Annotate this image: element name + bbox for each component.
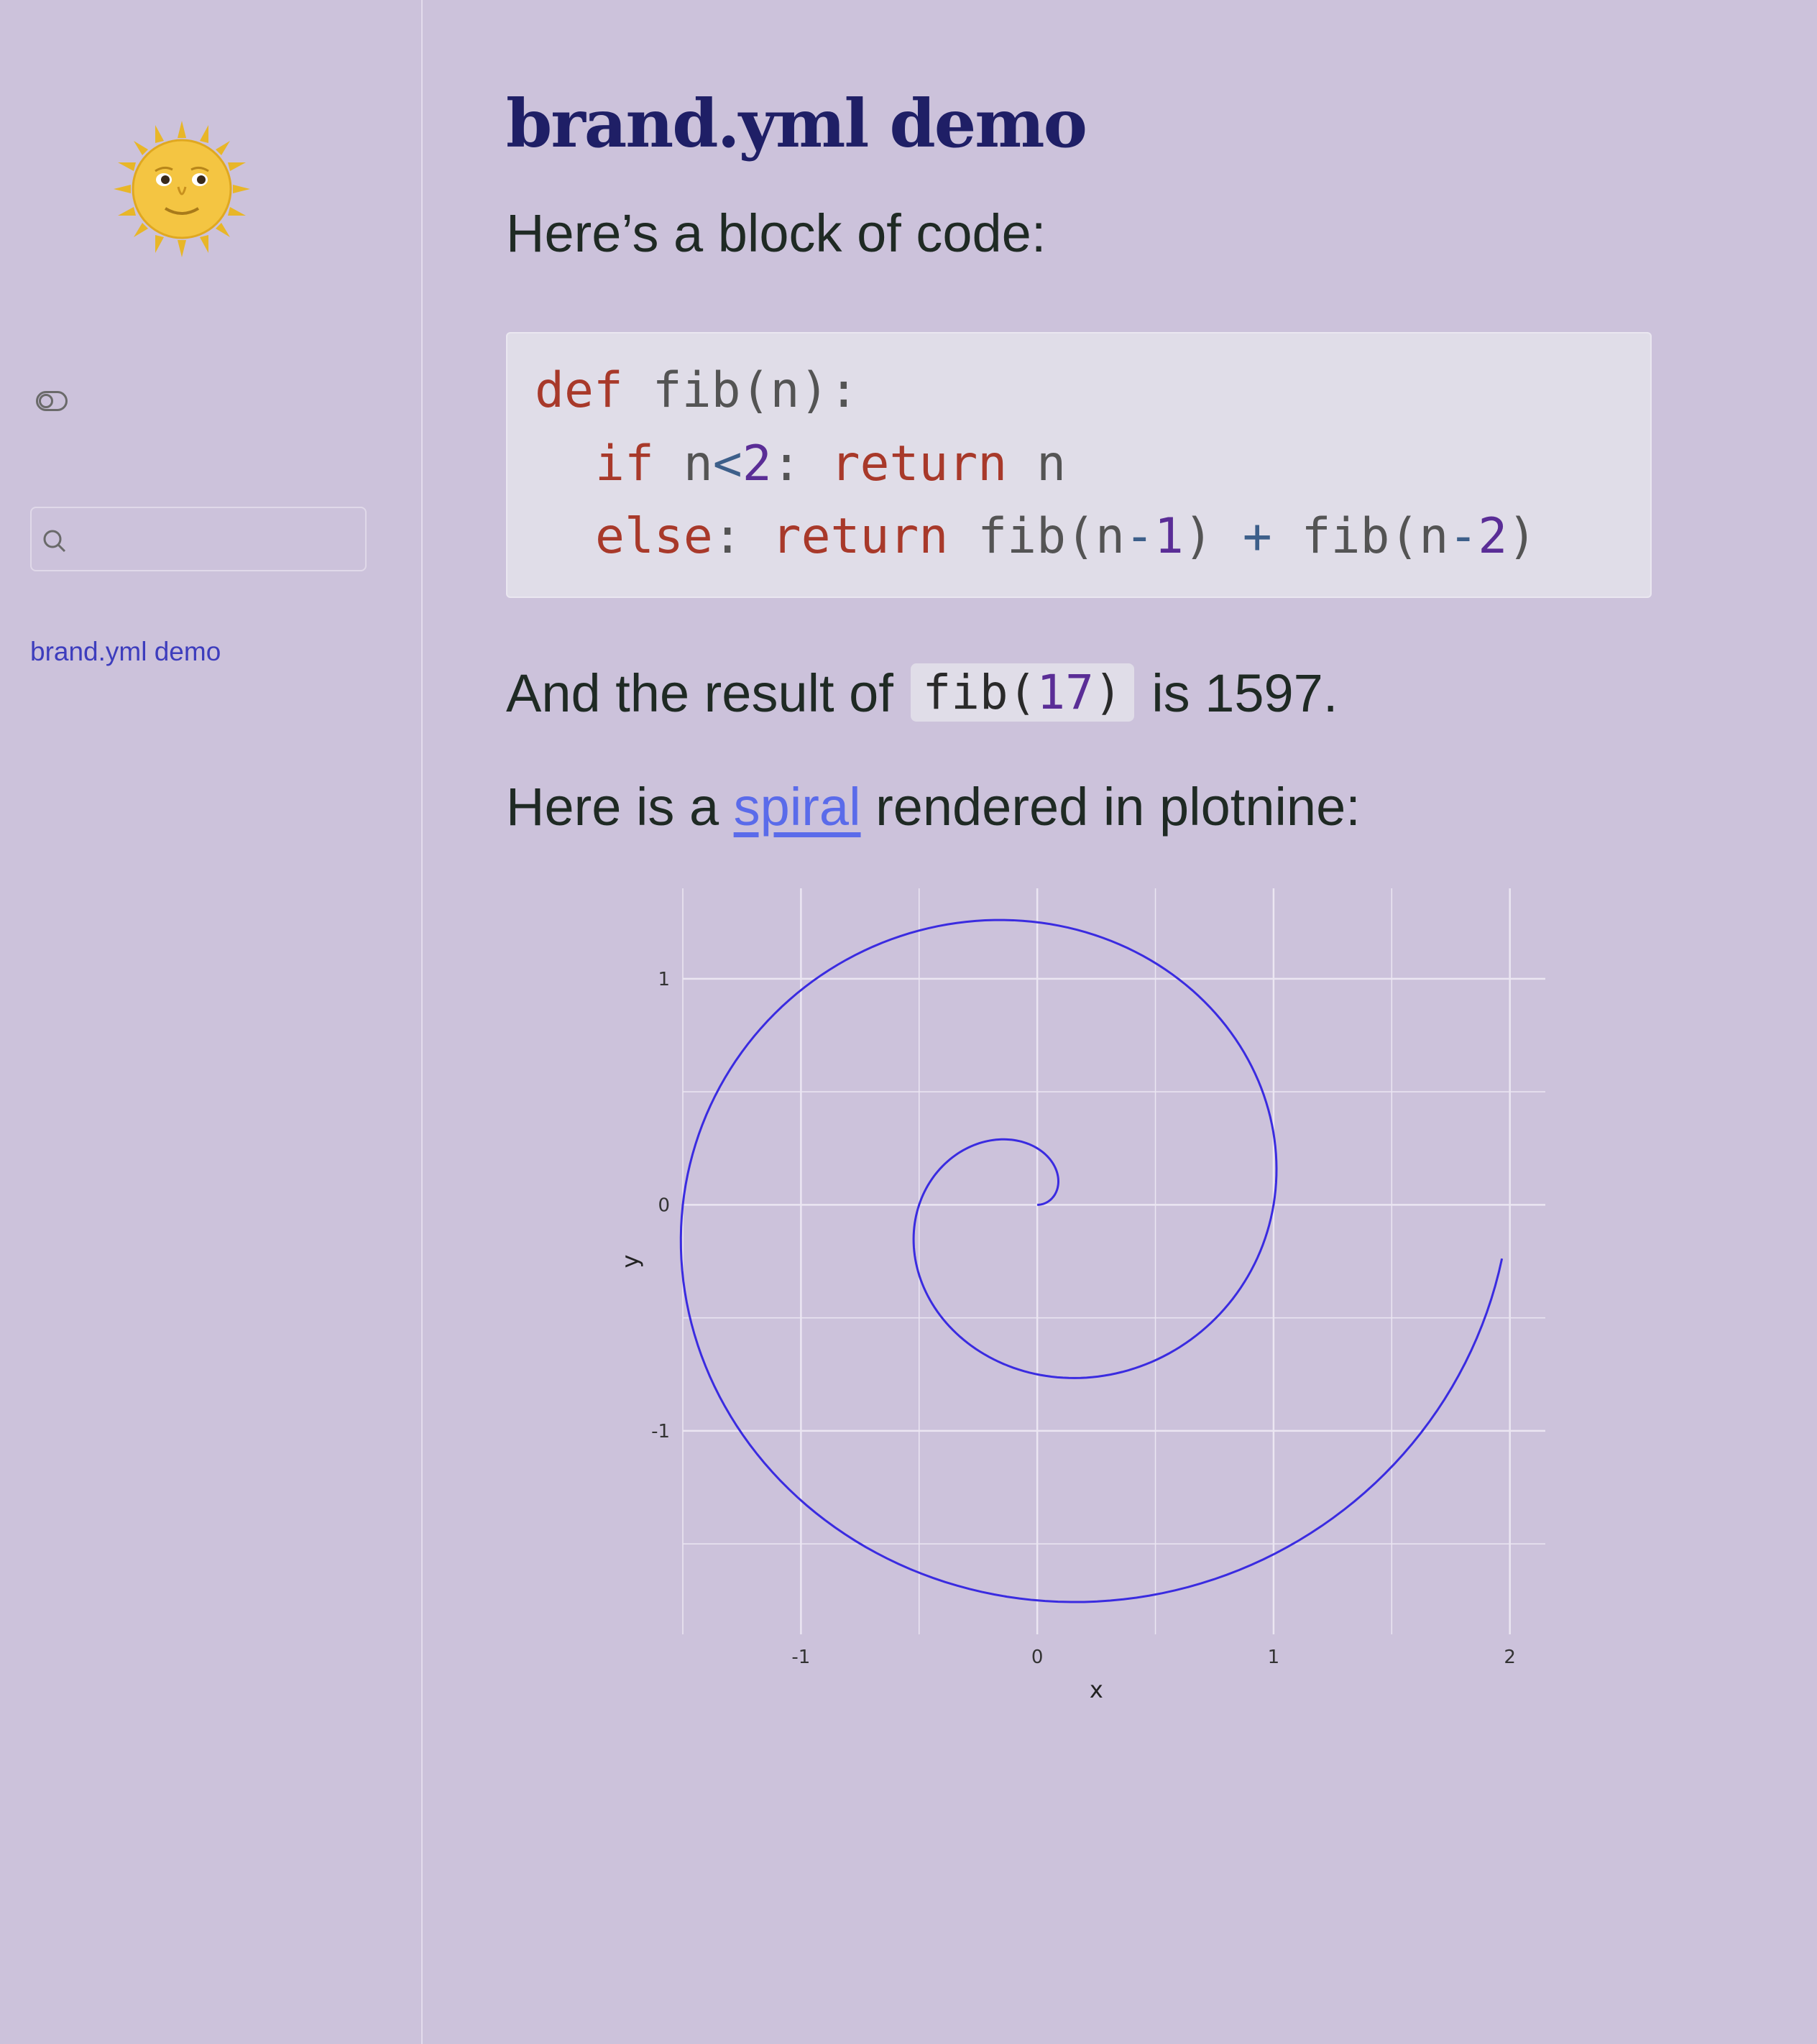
code-line-1: def fib(n): [535, 362, 858, 419]
x-tick-label: 1 [1268, 1647, 1280, 1668]
sidebar: brand.yml demo [0, 0, 423, 2044]
x-axis-ticks: -1 0 1 2 [791, 1647, 1516, 1668]
code-token: return [830, 436, 1008, 492]
spiral-paragraph: Here is a spiral rendered in plotnine: [506, 776, 1361, 837]
spiral-text-after: rendered in plotnine: [860, 777, 1361, 837]
code-line-3: else: return fib(n-1) + fib(n-2) [595, 508, 1537, 565]
code-token: fib(n): [622, 362, 859, 419]
plot-grid-minor [682, 888, 1545, 1634]
code-token: ) [1507, 508, 1537, 565]
code-token: fib(n [948, 508, 1125, 565]
y-axis-ticks: 1 0 -1 [651, 969, 670, 1442]
result-text-after: is 1597. [1136, 663, 1338, 723]
code-token: return [771, 508, 949, 565]
x-tick-label: 2 [1504, 1647, 1516, 1668]
x-tick-label: -1 [791, 1647, 810, 1668]
code-block: def fib(n): if n<2: return n else: retur… [506, 332, 1652, 598]
code-token: fib(n [1271, 508, 1449, 565]
inline-code-number: 17 [1036, 665, 1094, 720]
code-token: 2 [742, 436, 772, 492]
inline-code-fn: fib( [922, 665, 1037, 720]
x-axis-title: x [1090, 1676, 1103, 1703]
code-token: if [595, 436, 654, 492]
search-icon [43, 530, 66, 553]
sidebar-item-brand-yml-demo[interactable]: brand.yml demo [30, 637, 221, 667]
code-token: - [1448, 508, 1478, 565]
spiral-plot: -1 0 1 2 1 0 -1 x y [617, 888, 1545, 1703]
inline-code-close: ) [1093, 665, 1123, 720]
result-text-before: And the result of [506, 663, 908, 723]
toggle-knob [39, 394, 53, 408]
intro-paragraph: Here’s a block of code: [506, 203, 1046, 263]
code-token: < [712, 436, 742, 492]
theme-toggle-icon[interactable] [36, 391, 68, 411]
code-token: ) [1183, 508, 1243, 565]
page-title: brand.yml demo [506, 85, 1087, 162]
x-tick-label: 0 [1031, 1647, 1044, 1668]
code-token: - [1124, 508, 1154, 565]
inline-code: fib(17) [911, 663, 1134, 722]
code-token: def [535, 362, 623, 419]
code-token: 1 [1154, 508, 1184, 565]
y-tick-label: 0 [658, 1194, 670, 1216]
spiral-link[interactable]: spiral [734, 777, 861, 837]
spiral-text-before: Here is a [506, 777, 734, 837]
code-token: n [653, 436, 713, 492]
code-token: else [595, 508, 713, 565]
code-token: + [1242, 508, 1272, 565]
code-token: : [712, 508, 772, 565]
code-line-2: if n<2: return n [595, 436, 1066, 492]
y-tick-label: 1 [658, 969, 670, 990]
code-token: 2 [1478, 508, 1508, 565]
spiral-line [679, 919, 1504, 1603]
result-paragraph: And the result of fib(17) is 1597. [506, 663, 1338, 724]
sun-with-face-icon [114, 121, 250, 257]
search-input[interactable] [75, 515, 355, 563]
search-field[interactable] [30, 507, 367, 571]
code-token: : [771, 436, 831, 492]
y-tick-label: -1 [651, 1421, 670, 1442]
plot-grid-major [683, 888, 1545, 1634]
y-axis-title: y [617, 1255, 644, 1269]
code-token: n [1007, 436, 1067, 492]
